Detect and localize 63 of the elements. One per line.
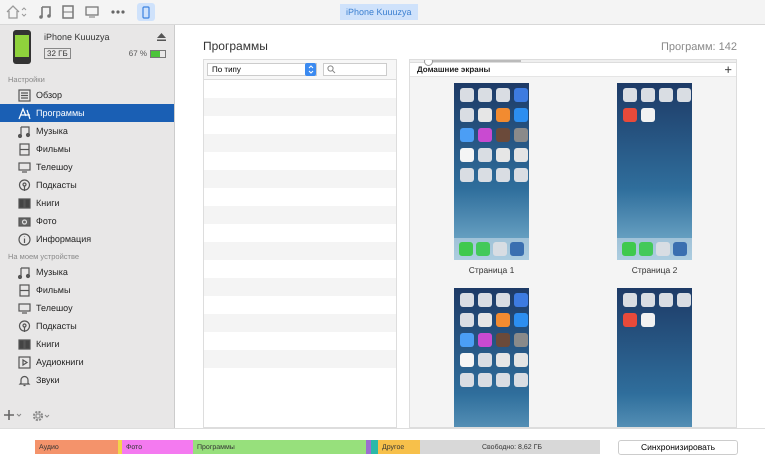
sidebar-item[interactable]: Книги [0, 194, 174, 212]
sidebar-item[interactable]: Фильмы [0, 281, 174, 299]
search-field[interactable] [323, 63, 387, 76]
film-icon [18, 284, 31, 296]
sidebar-item[interactable]: Программы [0, 104, 174, 122]
tv-icon [18, 302, 31, 314]
phone-icon [142, 6, 150, 18]
podcast-icon [18, 178, 31, 192]
sidebar-item[interactable]: Телешоу [0, 299, 174, 317]
music-icon [18, 266, 31, 278]
home-icon[interactable] [6, 5, 28, 19]
app-count: Программ: 142 [661, 41, 737, 53]
add-menu-button[interactable] [4, 410, 22, 422]
list-icon [18, 88, 31, 102]
podcast-icon [18, 320, 31, 332]
page-label: Страница 1 [468, 265, 514, 275]
sort-dropdown[interactable]: По типу [207, 63, 317, 76]
sidebar-item[interactable]: Аудиокниги [0, 353, 174, 371]
info-icon [18, 232, 31, 246]
section-heading: Домашние экраны [417, 65, 490, 74]
sidebar-item[interactable]: Музыка [0, 122, 174, 140]
sidebar-item[interactable]: Книги [0, 335, 174, 353]
page-title: Программы [203, 39, 268, 53]
battery-percent: 67 % [128, 49, 147, 58]
settings-menu-button[interactable] [32, 410, 50, 422]
home-screen-drawing[interactable] [454, 288, 529, 427]
device-name: iPhone Kuuuzya [44, 32, 110, 42]
camera-icon [18, 214, 31, 228]
sidebar-item[interactable]: Подкасты [0, 176, 174, 194]
battery-icon [150, 50, 166, 58]
book-icon [18, 338, 31, 350]
phone-icon [12, 29, 32, 65]
device-button[interactable] [137, 3, 155, 21]
apps-icon [18, 106, 31, 120]
sync-button[interactable]: Синхронизировать [618, 440, 738, 454]
bell-icon [18, 374, 31, 386]
sidebar-item[interactable]: Звуки [0, 371, 174, 389]
home-screen-drawing[interactable] [454, 83, 529, 260]
home-screen-drawing[interactable] [617, 83, 692, 260]
search-icon [327, 65, 336, 74]
page-label: Страница 2 [632, 265, 678, 275]
sidebar-item[interactable]: Подкасты [0, 317, 174, 335]
more-icon[interactable] [110, 9, 126, 15]
capacity-badge: 32 ГБ [44, 48, 71, 59]
eject-icon[interactable] [157, 33, 166, 41]
music-note-icon[interactable] [39, 5, 51, 19]
sidebar-item[interactable]: Фильмы [0, 140, 174, 158]
sidebar-item[interactable]: Фото [0, 212, 174, 230]
sidebar-item[interactable]: Информация [0, 230, 174, 248]
sidebar-item[interactable]: Обзор [0, 86, 174, 104]
tv-icon [18, 160, 31, 174]
film-icon [18, 142, 31, 156]
book-icon [18, 196, 31, 210]
add-screen-button[interactable]: + [724, 63, 732, 76]
music-icon [18, 124, 31, 138]
device-name-badge: iPhone Kuuuzya [340, 4, 418, 20]
tv-icon[interactable] [85, 6, 99, 18]
sidebar-item[interactable]: Музыка [0, 263, 174, 281]
film-icon[interactable] [62, 5, 74, 19]
up-down-arrows-icon [305, 63, 316, 76]
sidebar-item[interactable]: Телешоу [0, 158, 174, 176]
audiobook-icon [18, 356, 31, 368]
home-screen-drawing[interactable] [617, 288, 692, 427]
